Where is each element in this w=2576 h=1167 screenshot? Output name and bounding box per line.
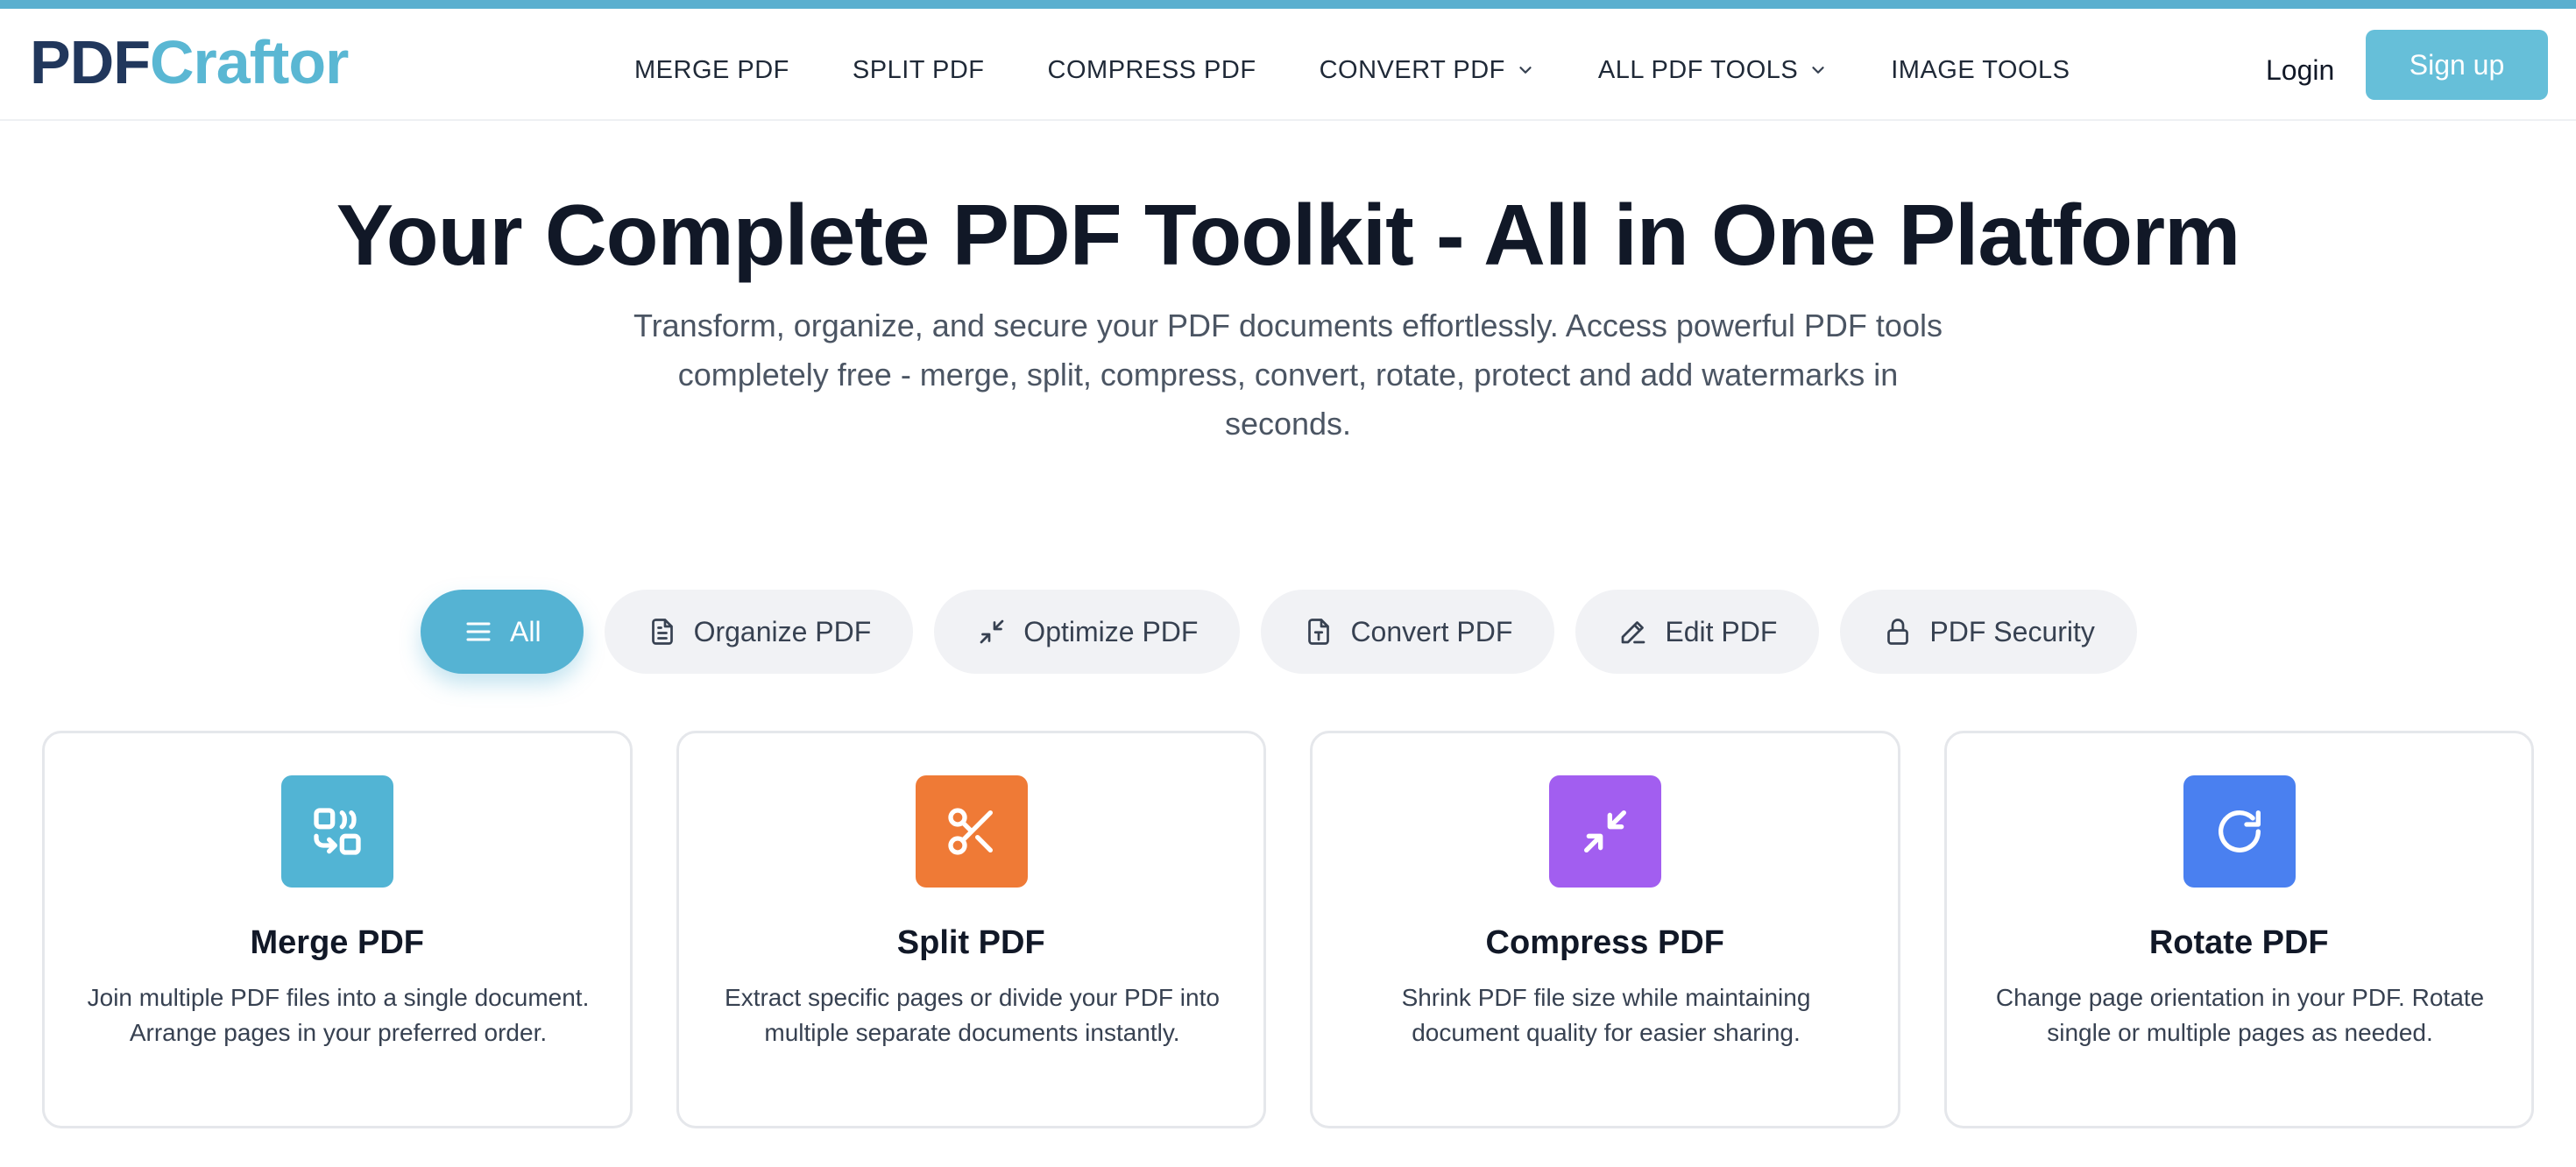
rotate-icon [2183, 775, 2296, 888]
chevron-down-icon [1812, 67, 1824, 74]
signup-button[interactable]: Sign up [2366, 30, 2548, 100]
filter-all[interactable]: All [421, 590, 584, 674]
top-accent-bar [0, 0, 2576, 9]
hero-subtitle: Transform, organize, and secure your PDF… [633, 308, 1943, 442]
filter-pdf-security[interactable]: PDF Security [1840, 590, 2137, 674]
menu-icon [466, 622, 491, 641]
filter-organize-pdf[interactable]: Organize PDF [604, 590, 914, 674]
filter-optimize-pdf[interactable]: Optimize PDF [934, 590, 1241, 674]
tool-card-rotate-pdf[interactable]: Rotate PDF Change page orientation in yo… [1943, 731, 2534, 1128]
chevron-down-icon [1519, 67, 1532, 74]
pencil-icon [1622, 621, 1645, 644]
lock-icon [1887, 619, 1909, 645]
tool-description: Extract specific pages or divide your PD… [725, 984, 1220, 1046]
nav-all-pdf-tools[interactable]: ALL PDF TOOLS [1598, 56, 1828, 85]
nav-convert-pdf[interactable]: CONVERT PDF [1320, 56, 1535, 85]
brand-part-1: PDF [30, 28, 151, 96]
tool-title: Split PDF [896, 924, 1045, 961]
tool-cards: Merge PDF Join multiple PDF files into a… [42, 731, 2534, 1128]
file-text-icon [1308, 619, 1330, 645]
tool-description: Change page orientation in your PDF. Rot… [1995, 984, 2485, 1046]
hero-title: Your Complete PDF Toolkit - All in One P… [336, 187, 2241, 283]
brand-logo[interactable]: PDFCraftor [30, 32, 349, 93]
main-nav: MERGE PDF SPLIT PDF COMPRESS PDF CONVERT… [613, 53, 2070, 88]
document-icon [651, 619, 673, 645]
tool-description: Shrink PDF file size while maintaining d… [1401, 984, 1811, 1046]
filter-label: Convert PDF [1350, 615, 1513, 647]
tool-card-split-pdf[interactable]: Split PDF Extract specific pages or divi… [676, 731, 1266, 1128]
login-link[interactable]: Login [2266, 54, 2334, 87]
category-filters: All Organize PDF Optimize PDF Convert PD… [421, 590, 2137, 674]
merge-icon [281, 775, 393, 888]
filter-edit-pdf[interactable]: Edit PDF [1575, 590, 1820, 674]
nav-compress-pdf[interactable]: COMPRESS PDF [1048, 56, 1256, 85]
filter-convert-pdf[interactable]: Convert PDF [1261, 590, 1555, 674]
compress-icon [1549, 775, 1661, 888]
filter-label: All [510, 615, 541, 647]
brand-part-2: Craftor [150, 28, 349, 96]
tool-card-compress-pdf[interactable]: Compress PDF Shrink PDF file size while … [1310, 731, 1900, 1128]
tool-title: Rotate PDF [2148, 924, 2329, 961]
nav-merge-pdf[interactable]: MERGE PDF [634, 56, 789, 85]
tool-title: Compress PDF [1485, 924, 1724, 961]
filter-label: Optimize PDF [1023, 615, 1199, 647]
tool-description: Join multiple PDF files into a single do… [87, 984, 590, 1046]
tool-title: Merge PDF [250, 924, 424, 961]
nav-split-pdf[interactable]: SPLIT PDF [853, 56, 985, 85]
tool-card-merge-pdf[interactable]: Merge PDF Join multiple PDF files into a… [42, 731, 633, 1128]
minimize-arrows-icon [980, 619, 1004, 644]
nav-image-tools[interactable]: IMAGE TOOLS [1891, 56, 2070, 85]
scissors-icon [915, 775, 1028, 888]
filter-label: Edit PDF [1665, 615, 1778, 647]
filter-label: PDF Security [1929, 615, 2095, 647]
site-header: PDFCraftor MERGE PDF SPLIT PDF COMPRESS … [0, 9, 2576, 121]
filter-label: Organize PDF [693, 615, 872, 647]
